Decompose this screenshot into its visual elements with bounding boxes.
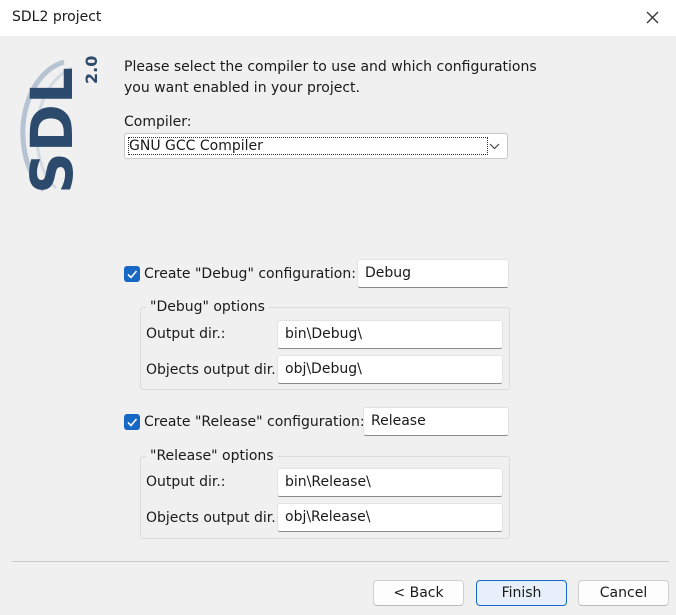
debug-objects-dir-label: Objects output dir.:	[146, 362, 281, 378]
close-icon	[646, 11, 659, 24]
compiler-select-value: GNU GCC Compiler	[129, 138, 263, 154]
debug-checkbox[interactable]	[124, 266, 140, 282]
debug-objects-dir-input[interactable]: obj\Debug\	[277, 355, 503, 384]
release-output-dir-input[interactable]: bin\Release\	[277, 468, 503, 497]
release-checkbox-label[interactable]: Create "Release" configuration:	[144, 414, 365, 430]
release-options-title: "Release" options	[146, 448, 278, 464]
footer-separator	[12, 561, 669, 562]
check-icon	[127, 270, 138, 279]
compiler-select[interactable]: GNU GCC Compiler	[124, 133, 508, 159]
release-output-dir-label: Output dir.:	[146, 474, 226, 490]
release-objects-dir-input[interactable]: obj\Release\	[277, 503, 503, 532]
debug-options-title: "Debug" options	[146, 299, 269, 315]
debug-name-input[interactable]: Debug	[357, 259, 509, 288]
finish-button[interactable]: Finish	[476, 580, 567, 606]
title-bar: SDL2 project	[0, 0, 676, 36]
intro-text: Please select the compiler to use and wh…	[124, 59, 537, 96]
back-button[interactable]: < Back	[373, 580, 464, 606]
window-title: SDL2 project	[12, 9, 102, 25]
release-objects-dir-label: Objects output dir.:	[146, 510, 281, 526]
release-name-input[interactable]: Release	[363, 407, 509, 436]
release-checkbox[interactable]	[124, 414, 140, 430]
compiler-label: Compiler:	[124, 114, 192, 130]
cancel-button[interactable]: Cancel	[578, 580, 669, 606]
close-button[interactable]	[630, 0, 676, 36]
debug-output-dir-label: Output dir.:	[146, 326, 226, 342]
chevron-down-icon	[489, 143, 500, 150]
debug-output-dir-input[interactable]: bin\Debug\	[277, 320, 503, 349]
sdl-logo: SDL 2.0	[18, 56, 101, 194]
logo-text: SDL	[18, 67, 86, 194]
check-icon	[127, 418, 138, 427]
logo-version: 2.0	[82, 56, 101, 84]
debug-checkbox-label[interactable]: Create "Debug" configuration:	[144, 266, 356, 282]
